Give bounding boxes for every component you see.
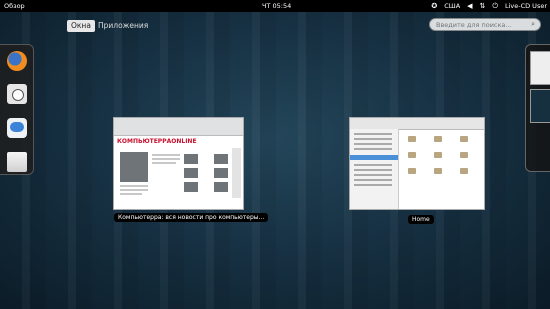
workspace-thumbnail-2[interactable] bbox=[530, 89, 550, 123]
text-line bbox=[152, 154, 180, 156]
folder-icon bbox=[408, 152, 416, 158]
power-icon[interactable]: ⏻ bbox=[492, 0, 498, 12]
text-line bbox=[120, 193, 142, 195]
clock[interactable]: ЧТ 05:54 bbox=[262, 0, 291, 12]
search-box[interactable]: ⌕ bbox=[429, 18, 541, 31]
sidebar-selected-item bbox=[350, 155, 398, 160]
search-icon: ⌕ bbox=[531, 20, 535, 28]
folder-icon bbox=[460, 152, 468, 158]
sidebar-column bbox=[232, 148, 241, 198]
folder-icon bbox=[434, 168, 442, 174]
folder-icon bbox=[460, 168, 468, 174]
sidebar-row bbox=[354, 179, 392, 181]
files-icon[interactable] bbox=[7, 152, 27, 172]
article-image bbox=[214, 182, 228, 192]
folder-icon bbox=[434, 152, 442, 158]
window-caption-files: Home bbox=[408, 215, 434, 224]
site-logo: КОМПЬЮТЕРРАONLINE bbox=[117, 138, 197, 145]
volume-icon[interactable]: ◀ bbox=[467, 0, 472, 12]
tab-windows[interactable]: Окна bbox=[67, 20, 95, 32]
article-image bbox=[184, 154, 198, 164]
article-image bbox=[214, 154, 228, 164]
search-input[interactable] bbox=[436, 19, 528, 30]
folder-icon bbox=[408, 136, 416, 142]
window-caption-firefox: Компьютерра: вся новости про компьютеры.… bbox=[114, 213, 269, 222]
article-image bbox=[214, 168, 228, 178]
workspace-switcher bbox=[525, 44, 550, 172]
workspace-thumbnail-1[interactable] bbox=[530, 51, 550, 85]
sidebar-row bbox=[354, 138, 392, 140]
keyboard-layout[interactable]: США bbox=[444, 0, 460, 12]
window-thumbnail-firefox[interactable]: КОМПЬЮТЕРРАONLINE bbox=[113, 117, 244, 210]
article-image bbox=[184, 168, 198, 178]
sidebar-row bbox=[354, 184, 392, 186]
sidebar-row bbox=[354, 148, 392, 150]
folder-icon bbox=[434, 136, 442, 142]
folder-icon bbox=[408, 168, 416, 174]
sidebar-row bbox=[354, 174, 392, 176]
dash bbox=[0, 44, 34, 175]
clock-app-icon[interactable] bbox=[7, 84, 27, 104]
text-line bbox=[152, 158, 180, 160]
top-bar: Обзор ЧТ 05:54 ✪ США ◀ ⇅ ⏻ Live-CD User bbox=[0, 0, 550, 12]
sidebar-row bbox=[354, 164, 392, 166]
status-area: ✪ США ◀ ⇅ ⏻ Live-CD User bbox=[431, 0, 547, 12]
sidebar-row bbox=[354, 143, 392, 145]
user-menu[interactable]: Live-CD User bbox=[505, 0, 547, 12]
accessibility-icon[interactable]: ✪ bbox=[431, 0, 437, 12]
activities-button[interactable]: Обзор bbox=[4, 0, 25, 12]
text-line bbox=[120, 189, 148, 191]
text-line bbox=[120, 185, 148, 187]
article-image bbox=[120, 152, 148, 182]
window-thumbnail-files[interactable] bbox=[349, 117, 485, 210]
tab-applications[interactable]: Приложения bbox=[98, 20, 148, 32]
firefox-icon[interactable] bbox=[7, 51, 27, 71]
article-image bbox=[184, 182, 198, 192]
sidebar-row bbox=[354, 133, 392, 135]
browser-toolbar bbox=[114, 118, 243, 136]
sidebar-row bbox=[354, 169, 392, 171]
text-line bbox=[152, 162, 176, 164]
network-icon[interactable]: ⇅ bbox=[480, 0, 486, 12]
folder-icon bbox=[460, 136, 468, 142]
empathy-icon[interactable] bbox=[7, 118, 27, 138]
